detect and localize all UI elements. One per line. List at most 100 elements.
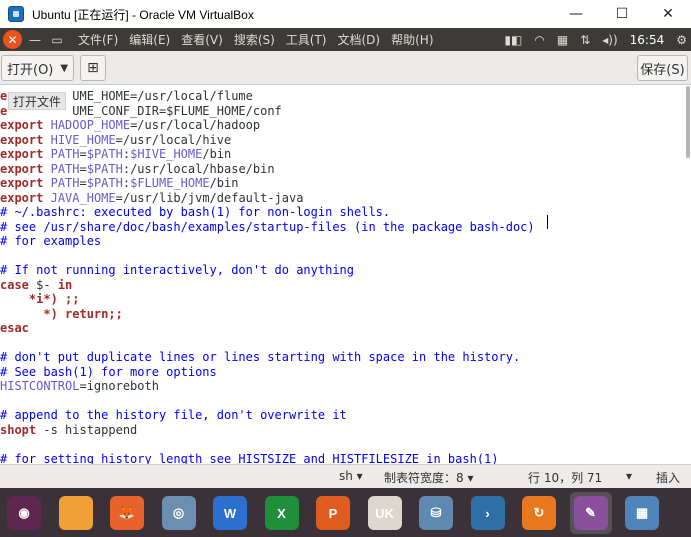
spreadsheet-icon: X <box>264 496 299 530</box>
text-editor[interactable]: e UME_HOME=/usr/local/flume e UME_CONF_DI… <box>0 85 691 464</box>
code-line: export JAVA_HOME=/usr/lib/jvm/default-ja… <box>0 191 303 206</box>
menu-tools[interactable]: 工具(T) <box>286 31 327 48</box>
status-bar: sh ▾ 制表符宽度：8 ▾ 行 10，列 71 ▾ 插入 <box>0 464 691 488</box>
dock-item[interactable]: P <box>312 492 354 534</box>
code-token: # See bash(1) for more options <box>0 364 217 379</box>
input-method-icon[interactable]: ▮◧ <box>504 33 522 47</box>
code-token: : <box>122 147 131 161</box>
code-token: $PATH <box>86 147 123 161</box>
vertical-scrollbar[interactable] <box>686 86 690 158</box>
dock-item[interactable]: ▦ <box>621 492 663 534</box>
code-token: shopt <box>0 422 37 437</box>
code-token: esac <box>0 321 29 335</box>
dock: ◉ 🦊 ◎ W X P UK ⛁ › ↻ ✎ ▦ <box>0 488 691 537</box>
chevron-down-icon: ▼ <box>60 62 69 74</box>
menu-documents[interactable]: 文档(D) <box>338 31 381 48</box>
dock-item[interactable]: 🦊 <box>106 492 148 534</box>
insert-mode[interactable]: 插入 <box>656 469 680 486</box>
code-token: # ~/.bashrc: executed by bash(1) for non… <box>0 205 391 219</box>
code-token: /bin <box>209 176 239 190</box>
code-line: # See bash(1) for more options <box>0 365 217 380</box>
code-line: # ~/.bashrc: executed by bash(1) for non… <box>0 205 390 220</box>
menu-view[interactable]: 查看(V) <box>181 31 223 48</box>
app-close-icon[interactable]: ✕ <box>3 30 22 49</box>
code-line: # for setting history length see HISTSIZ… <box>0 452 499 465</box>
code-line: # If not running interactively, don't do… <box>0 263 354 278</box>
text-cursor <box>547 215 548 229</box>
app-restore-icon[interactable]: ▭ <box>48 31 66 49</box>
new-tab-button[interactable]: ⊞ <box>80 55 106 81</box>
code-token: /bin <box>202 147 232 161</box>
code-token: # for setting history length see HISTSIZ… <box>0 451 499 465</box>
app-minimize-icon[interactable]: — <box>26 31 44 49</box>
code-token: HIVE_HOME <box>50 132 116 147</box>
code-token: # see /usr/share/doc/bash/examples/start… <box>0 219 535 234</box>
clock[interactable]: 16:54 <box>630 33 665 47</box>
menu-edit[interactable]: 编辑(E) <box>129 31 170 48</box>
menu-file[interactable]: 文件(F) <box>78 31 118 48</box>
power-icon[interactable]: ⚙ <box>676 33 687 47</box>
menubar: 文件(F) 编辑(E) 查看(V) 搜索(S) 工具(T) 文档(D) 帮助(H… <box>78 31 445 48</box>
dock-item[interactable]: X <box>261 492 303 534</box>
dock-item[interactable]: ◉ <box>3 492 45 534</box>
panel-indicators: ▮◧ ◠ ▦ ⇅ ◂)) 16:54 ⚙ <box>492 28 687 51</box>
open-label: 打开(O) <box>7 62 54 78</box>
code-line: *i*) ;; <box>0 292 80 307</box>
chevron-down-icon[interactable]: ▾ <box>626 469 632 483</box>
dock-item[interactable]: UK <box>364 492 406 534</box>
language-selector[interactable]: sh ▾ <box>339 469 363 483</box>
wifi-icon[interactable]: ◠ <box>534 33 544 47</box>
code-line: export PATH=$PATH:/usr/local/hbase/bin <box>0 162 275 177</box>
browser-icon: ◎ <box>161 496 196 530</box>
maximize-button[interactable]: ☐ <box>599 0 645 28</box>
open-button[interactable]: 打开(O) ▼ <box>1 55 74 81</box>
code-token: : <box>122 176 131 190</box>
volume-icon[interactable]: ◂)) <box>602 33 617 47</box>
code-token: *i*) ;; <box>0 292 80 306</box>
code-token: in <box>57 277 73 292</box>
code-token: = <box>79 147 87 161</box>
code-token: $PATH <box>86 176 123 190</box>
dock-item[interactable]: › <box>467 492 509 534</box>
dock-item[interactable]: W <box>209 492 251 534</box>
code-token: =/usr/local/hive <box>115 132 232 147</box>
dock-item[interactable]: ⛁ <box>415 492 457 534</box>
menu-search[interactable]: 搜索(S) <box>234 31 275 48</box>
dock-item[interactable] <box>55 492 97 534</box>
code-token: export <box>0 147 44 161</box>
minimize-button[interactable]: — <box>553 0 599 28</box>
code-token: export <box>0 132 44 147</box>
close-button[interactable]: ✕ <box>645 0 691 28</box>
code-token: export <box>0 118 44 132</box>
network-transfer-icon[interactable]: ⇅ <box>580 33 590 47</box>
disk-icon: ⛁ <box>419 496 453 530</box>
code-token: =/usr/local/hadoop <box>130 118 261 132</box>
save-button[interactable]: 保存(S) <box>637 55 688 81</box>
code-token: export <box>0 161 44 176</box>
cursor-position[interactable]: 行 10，列 71 <box>528 469 602 486</box>
dock-item[interactable]: ✎ <box>569 492 612 534</box>
dock-item[interactable]: ↻ <box>518 492 560 534</box>
tab-width-selector[interactable]: 制表符宽度：8 ▾ <box>384 469 473 486</box>
menu-help[interactable]: 帮助(H) <box>391 31 433 48</box>
code-token: PATH <box>50 176 80 190</box>
code-token: # If not running interactively, don't do… <box>0 263 355 277</box>
writer-icon: W <box>213 496 247 530</box>
update-icon: ↻ <box>522 496 556 530</box>
code-token: HISTCONTROL <box>0 379 80 393</box>
code-line: # for examples <box>0 234 101 249</box>
keyboard-icon[interactable]: ▦ <box>557 33 568 47</box>
code-token: PATH <box>50 161 80 176</box>
code-token: PATH <box>50 147 80 161</box>
ubuntu-logo-icon: ◉ <box>7 496 41 530</box>
code-token: =ignoreboth <box>79 379 159 393</box>
code-token: case <box>0 277 29 292</box>
terminal-icon: › <box>470 496 505 530</box>
dock-item[interactable]: ◎ <box>158 492 200 534</box>
ubuntu-top-panel: ✕ — ▭ 文件(F) 编辑(E) 查看(V) 搜索(S) 工具(T) 文档(D… <box>0 28 691 51</box>
virtualbox-icon <box>8 6 24 22</box>
